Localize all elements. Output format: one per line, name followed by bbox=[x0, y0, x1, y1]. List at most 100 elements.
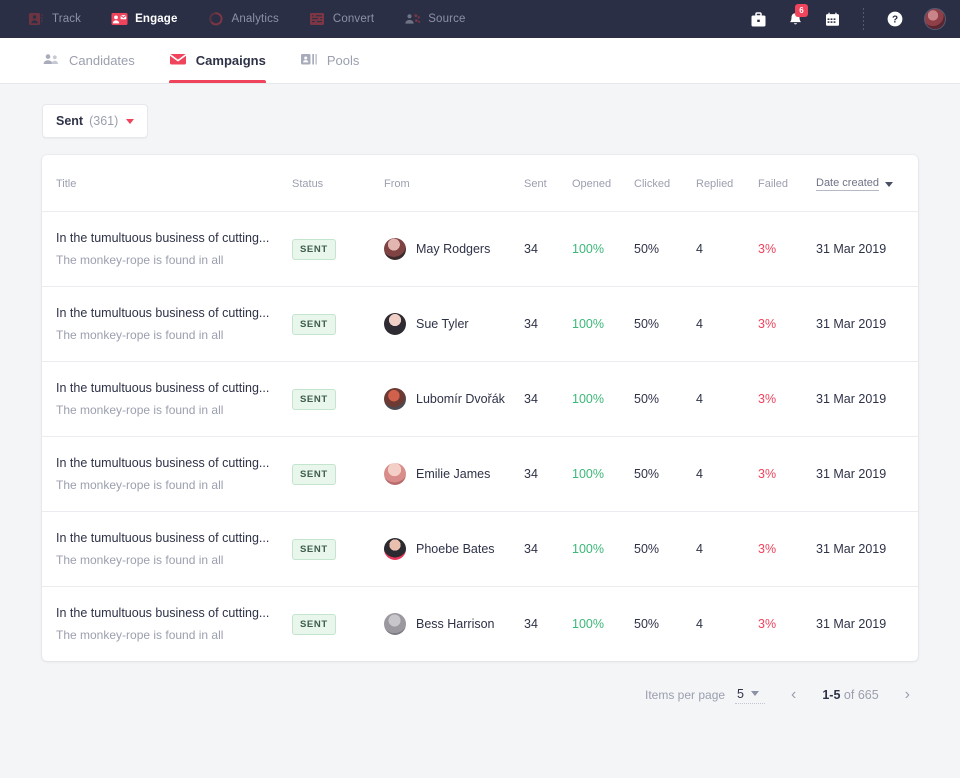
sender-name: Bess Harrison bbox=[416, 617, 495, 631]
table-header: Title Status From Sent Opened Clicked Re… bbox=[42, 155, 918, 212]
cell-opened: 100% bbox=[572, 512, 634, 587]
notification-badge: 6 bbox=[795, 4, 808, 17]
cell-status: SENT bbox=[292, 587, 384, 662]
section-tabs: Candidates Campaigns Pools bbox=[0, 38, 960, 84]
sort-control[interactable]: Date created bbox=[816, 177, 893, 191]
tab-campaigns[interactable]: Campaigns bbox=[169, 38, 266, 83]
top-navigation-bar: Track Engage Analytics Convert Source bbox=[0, 0, 960, 38]
tab-label: Campaigns bbox=[196, 53, 266, 68]
column-header-failed[interactable]: Failed bbox=[758, 155, 816, 212]
cell-date-created: 31 Mar 2019 bbox=[816, 287, 918, 362]
items-per-page-select[interactable]: 5 bbox=[735, 687, 765, 704]
sender: Bess Harrison bbox=[384, 613, 524, 635]
calendar-icon[interactable] bbox=[824, 11, 841, 28]
topnav-item-engage[interactable]: Engage bbox=[111, 12, 177, 26]
user-avatar[interactable] bbox=[924, 8, 946, 30]
pagination-range-value: 1-5 bbox=[822, 688, 840, 702]
campaign-title: In the tumultuous business of cutting... bbox=[56, 455, 292, 472]
next-page-button[interactable]: › bbox=[897, 683, 918, 707]
items-per-page: Items per page 5 bbox=[645, 687, 765, 704]
bell-icon[interactable]: 6 bbox=[787, 11, 804, 28]
analytics-icon bbox=[208, 12, 225, 26]
sender: Lubomír Dvořák bbox=[384, 388, 524, 410]
column-header-from[interactable]: From bbox=[384, 155, 524, 212]
cell-failed: 3% bbox=[758, 212, 816, 287]
cell-from: Lubomír Dvořák bbox=[384, 362, 524, 437]
tab-pools[interactable]: Pools bbox=[300, 38, 360, 83]
chevron-down-icon bbox=[751, 691, 759, 696]
status-badge: SENT bbox=[292, 239, 336, 260]
status-badge: SENT bbox=[292, 389, 336, 410]
cell-replied: 4 bbox=[696, 287, 758, 362]
column-header-title[interactable]: Title bbox=[42, 155, 292, 212]
chevron-down-icon bbox=[126, 119, 134, 124]
cell-date-created: 31 Mar 2019 bbox=[816, 212, 918, 287]
column-header-date-created[interactable]: Date created bbox=[816, 155, 918, 212]
status-filter-dropdown[interactable]: Sent (361) bbox=[42, 104, 148, 138]
pools-icon bbox=[300, 52, 318, 69]
cell-sent: 34 bbox=[524, 587, 572, 662]
cell-from: Sue Tyler bbox=[384, 287, 524, 362]
campaign-subtitle: The monkey-rope is found in all bbox=[56, 327, 292, 343]
cell-opened: 100% bbox=[572, 362, 634, 437]
table-row[interactable]: In the tumultuous business of cutting...… bbox=[42, 212, 918, 287]
column-header-opened[interactable]: Opened bbox=[572, 155, 634, 212]
tab-candidates[interactable]: Candidates bbox=[42, 38, 135, 83]
cell-status: SENT bbox=[292, 287, 384, 362]
table-row[interactable]: In the tumultuous business of cutting...… bbox=[42, 287, 918, 362]
column-header-clicked[interactable]: Clicked bbox=[634, 155, 696, 212]
cell-title[interactable]: In the tumultuous business of cutting...… bbox=[42, 362, 292, 437]
cell-title[interactable]: In the tumultuous business of cutting...… bbox=[42, 287, 292, 362]
topnav-item-track[interactable]: Track bbox=[28, 12, 81, 26]
sender: Phoebe Bates bbox=[384, 538, 524, 560]
table-row[interactable]: In the tumultuous business of cutting...… bbox=[42, 437, 918, 512]
status-filter-label: Sent bbox=[56, 114, 83, 128]
cell-from: Bess Harrison bbox=[384, 587, 524, 662]
briefcase-icon[interactable] bbox=[750, 11, 767, 28]
column-header-status[interactable]: Status bbox=[292, 155, 384, 212]
cell-from: Emilie James bbox=[384, 437, 524, 512]
topnav-item-label: Engage bbox=[135, 13, 177, 25]
items-per-page-label: Items per page bbox=[645, 688, 725, 702]
table-row[interactable]: In the tumultuous business of cutting...… bbox=[42, 587, 918, 662]
topnav-item-label: Convert bbox=[333, 13, 374, 25]
pagination: Items per page 5 ‹ 1-5 of 665 › bbox=[42, 683, 918, 707]
column-header-replied[interactable]: Replied bbox=[696, 155, 758, 212]
cell-replied: 4 bbox=[696, 362, 758, 437]
column-header-sent[interactable]: Sent bbox=[524, 155, 572, 212]
envelope-icon bbox=[169, 52, 187, 69]
campaign-subtitle: The monkey-rope is found in all bbox=[56, 252, 292, 268]
track-icon bbox=[28, 12, 45, 26]
cell-title[interactable]: In the tumultuous business of cutting...… bbox=[42, 587, 292, 662]
topnav-item-convert[interactable]: Convert bbox=[309, 12, 374, 26]
table-header-row: Title Status From Sent Opened Clicked Re… bbox=[42, 155, 918, 212]
pagination-total: 665 bbox=[858, 688, 879, 702]
prev-page-button[interactable]: ‹ bbox=[783, 683, 804, 707]
avatar bbox=[384, 313, 406, 335]
cell-clicked: 50% bbox=[634, 362, 696, 437]
cell-status: SENT bbox=[292, 437, 384, 512]
topnav-item-label: Analytics bbox=[232, 13, 279, 25]
help-icon[interactable]: ? bbox=[886, 10, 904, 28]
cell-title[interactable]: In the tumultuous business of cutting...… bbox=[42, 437, 292, 512]
avatar bbox=[384, 388, 406, 410]
cell-title[interactable]: In the tumultuous business of cutting...… bbox=[42, 212, 292, 287]
cell-opened: 100% bbox=[572, 437, 634, 512]
campaigns-table: Title Status From Sent Opened Clicked Re… bbox=[42, 155, 918, 661]
cell-opened: 100% bbox=[572, 287, 634, 362]
table-row[interactable]: In the tumultuous business of cutting...… bbox=[42, 362, 918, 437]
cell-failed: 3% bbox=[758, 287, 816, 362]
cell-sent: 34 bbox=[524, 362, 572, 437]
cell-replied: 4 bbox=[696, 212, 758, 287]
campaign-subtitle: The monkey-rope is found in all bbox=[56, 552, 292, 568]
topnav-item-source[interactable]: Source bbox=[404, 12, 465, 26]
table-row[interactable]: In the tumultuous business of cutting...… bbox=[42, 512, 918, 587]
topnav-item-analytics[interactable]: Analytics bbox=[208, 12, 279, 26]
sender-name: Phoebe Bates bbox=[416, 542, 495, 556]
cell-date-created: 31 Mar 2019 bbox=[816, 512, 918, 587]
topbar-actions: 6 ? bbox=[750, 8, 946, 30]
cell-clicked: 50% bbox=[634, 287, 696, 362]
status-badge: SENT bbox=[292, 464, 336, 485]
cell-title[interactable]: In the tumultuous business of cutting...… bbox=[42, 512, 292, 587]
cell-failed: 3% bbox=[758, 437, 816, 512]
